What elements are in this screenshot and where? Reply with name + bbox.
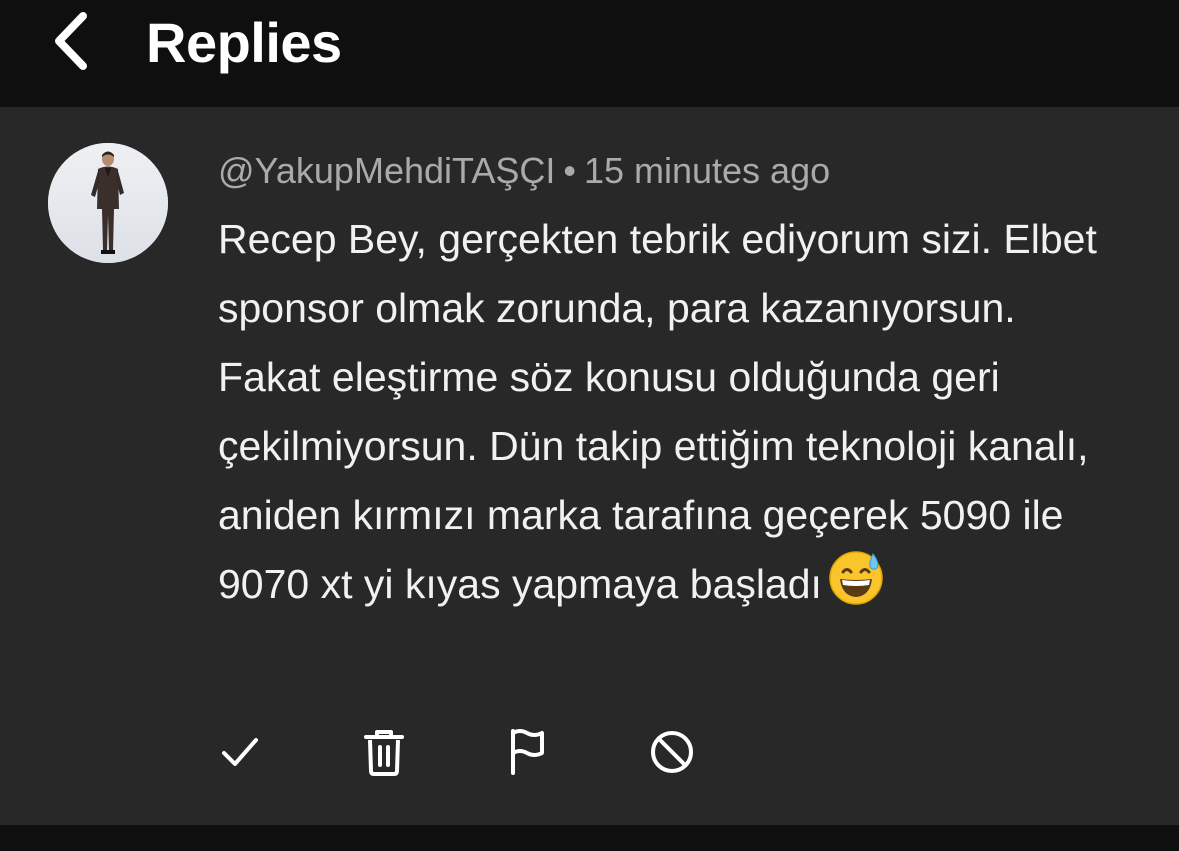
flag-icon <box>511 729 544 775</box>
block-icon <box>651 731 693 773</box>
comment-text: Recep Bey, gerçekten tebrik ediyorum siz… <box>218 205 1118 627</box>
trash-icon <box>364 730 404 776</box>
chevron-left-icon <box>55 12 87 70</box>
header: Replies <box>0 0 1179 107</box>
page-title: Replies <box>146 11 342 74</box>
comment-time: 15 minutes ago <box>583 150 831 191</box>
comment-actions <box>0 722 1179 792</box>
comment-body: Recep Bey, gerçekten tebrik ediyorum siz… <box>218 216 1097 607</box>
meta-separator: • <box>563 150 576 191</box>
comment-author[interactable]: @YakupMehdiTAŞÇI <box>218 150 555 191</box>
checkmark-icon <box>222 738 258 766</box>
back-button[interactable] <box>36 6 106 76</box>
grinning-face-with-sweat-emoji <box>828 550 884 627</box>
delete-button[interactable] <box>354 722 414 782</box>
block-button[interactable] <box>642 722 702 782</box>
bottom-bar <box>0 825 1179 851</box>
avatar-photo <box>48 143 168 263</box>
approve-button[interactable] <box>210 722 270 782</box>
comment-meta: @YakupMehdiTAŞÇI • 15 minutes ago <box>218 149 830 193</box>
avatar[interactable] <box>48 143 168 263</box>
replies-screen: Replies @YakupMehdiTAŞÇI • 15 minutes ag… <box>0 0 1179 851</box>
report-button[interactable] <box>498 722 558 782</box>
comment-card: @YakupMehdiTAŞÇI • 15 minutes ago Recep Be… <box>0 107 1179 825</box>
